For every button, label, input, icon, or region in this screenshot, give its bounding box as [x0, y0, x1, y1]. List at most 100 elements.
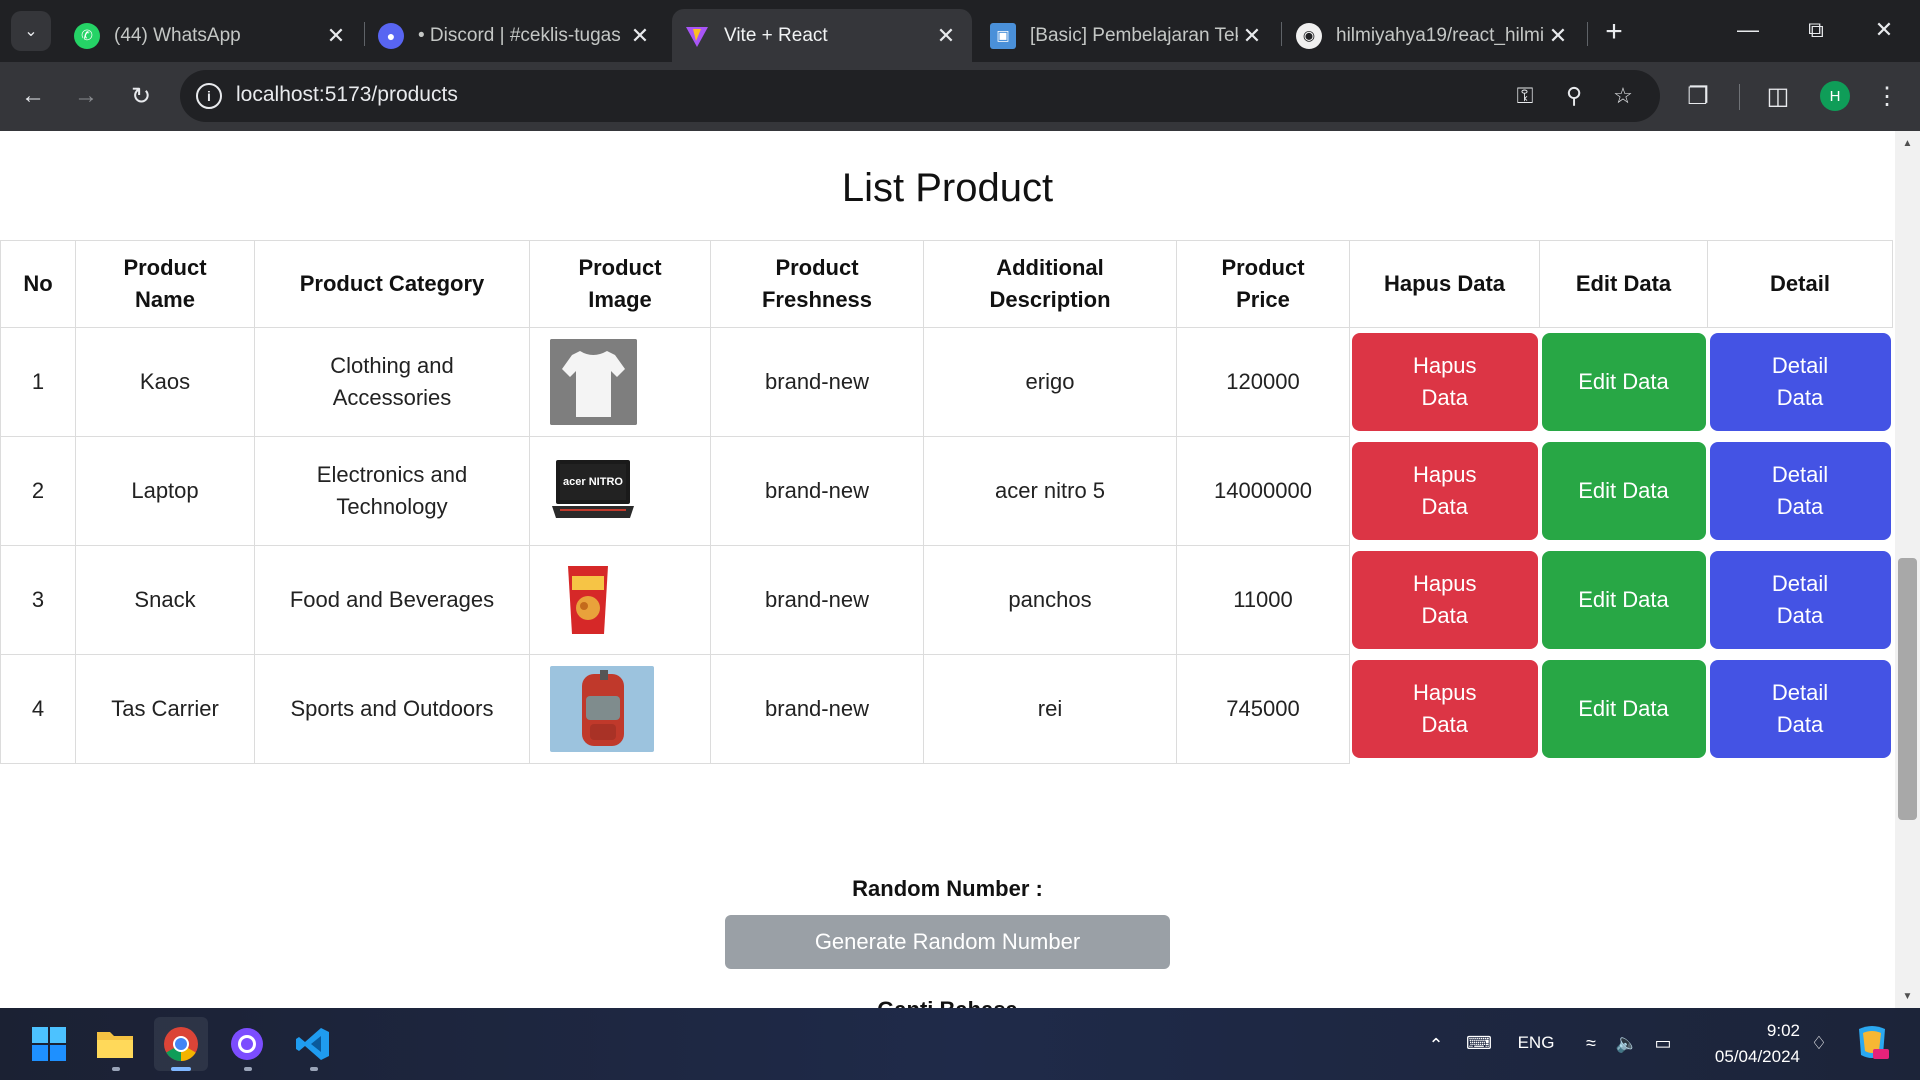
notification-bell-icon[interactable]: ♢: [1806, 1025, 1832, 1061]
vertical-scrollbar[interactable]: ▲ ▼: [1895, 131, 1920, 1008]
volume-icon[interactable]: 🔈: [1614, 1025, 1640, 1061]
detail-data-button[interactable]: Detail Data: [1709, 333, 1891, 432]
vscode-button[interactable]: [286, 1017, 340, 1071]
profile-avatar[interactable]: H: [1820, 81, 1850, 111]
arrow-right-icon: →: [74, 82, 98, 109]
tab-divider: [364, 22, 365, 46]
chrome-button[interactable]: [154, 1017, 208, 1071]
cell-name: Tas Carrier: [75, 654, 255, 764]
cell-category: Electronics and Technology: [254, 436, 530, 546]
column-header: Edit Data: [1539, 240, 1708, 328]
edit-data-button[interactable]: Edit Data: [1541, 442, 1706, 540]
forward-button[interactable]: →: [65, 75, 107, 117]
github-desktop-button[interactable]: [220, 1017, 274, 1071]
edit-data-button[interactable]: Edit Data: [1541, 333, 1706, 432]
more-vert-icon: ⋮: [1875, 82, 1899, 110]
clock[interactable]: 9:02 05/04/2024: [1690, 1018, 1800, 1070]
wifi-icon[interactable]: ≈: [1578, 1025, 1604, 1061]
cell-detail: Detail Data: [1708, 655, 1893, 764]
github-icon: ◉: [1296, 22, 1322, 49]
tab-whatsapp[interactable]: ✆ (44) WhatsApp ✕: [62, 9, 362, 62]
app-running-indicator: [310, 1067, 318, 1071]
table-row: 2 Laptop Electronics and Technology acer…: [0, 436, 1893, 546]
file-explorer-button[interactable]: [88, 1017, 142, 1071]
arrow-left-icon: ←: [21, 82, 45, 109]
close-icon[interactable]: ✕: [322, 23, 350, 49]
hapus-data-button[interactable]: Hapus Data: [1352, 442, 1538, 540]
chevron-down-icon: ⌄: [24, 23, 38, 40]
copilot-icon[interactable]: [1852, 1023, 1892, 1063]
detail-data-button[interactable]: Detail Data: [1709, 442, 1891, 540]
t-shirt-image: [550, 339, 637, 425]
start-button[interactable]: [22, 1017, 76, 1071]
language-indicator[interactable]: ENG: [1510, 1025, 1562, 1061]
scrollbar-thumb[interactable]: [1898, 558, 1917, 820]
category-text: Electronics and Technology: [316, 462, 468, 519]
tab-title: hilmiyahya19/react_hilmi: [1336, 24, 1544, 46]
tab-divider: [1587, 22, 1588, 46]
menu-button[interactable]: ⋮: [1866, 75, 1908, 117]
edit-data-button[interactable]: Edit Data: [1541, 551, 1706, 649]
discord-icon: ●: [378, 22, 404, 49]
password-key-icon[interactable]: ⚿: [1510, 81, 1540, 111]
detail-data-button[interactable]: Detail Data: [1709, 551, 1891, 649]
laptop-image-logo: acer NITRO: [563, 476, 623, 488]
cell-freshness: brand-new: [710, 545, 924, 655]
address-bar[interactable]: i localhost:5173/products ⚿ ⚲ ☆: [180, 70, 1660, 122]
cell-image: [529, 654, 711, 764]
new-tab-button[interactable]: +: [1596, 14, 1632, 50]
url-text[interactable]: localhost:5173/products: [236, 83, 458, 107]
back-button[interactable]: ←: [12, 75, 54, 117]
scroll-down-arrow-icon[interactable]: ▼: [1895, 986, 1920, 1006]
page-viewport: List Product No Product Name Product Cat…: [0, 131, 1920, 1008]
close-icon[interactable]: ✕: [932, 23, 960, 49]
bookmark-star-icon[interactable]: ☆: [1608, 81, 1638, 111]
puzzle-icon: ❐: [1687, 82, 1709, 110]
reload-button[interactable]: ↻: [120, 75, 162, 117]
cell-no: 4: [0, 654, 76, 764]
table-row: 3 Snack Food and Beverages brand-new pan…: [0, 545, 1893, 655]
edit-data-button[interactable]: Edit Data: [1541, 660, 1706, 758]
generate-random-number-button[interactable]: Generate Random Number: [725, 915, 1170, 969]
keyboard-icon[interactable]: ⌨: [1466, 1025, 1492, 1061]
close-icon[interactable]: ✕: [626, 23, 654, 49]
hapus-data-button[interactable]: Hapus Data: [1352, 333, 1538, 432]
restore-button[interactable]: ⧉: [1788, 8, 1844, 52]
hapus-data-button[interactable]: Hapus Data: [1352, 660, 1538, 758]
clock-date: 05/04/2024: [1714, 1047, 1800, 1066]
cell-detail: Detail Data: [1708, 437, 1893, 546]
cell-price: 14000000: [1176, 436, 1350, 546]
close-icon[interactable]: ✕: [1544, 23, 1572, 49]
tab-divider: [1281, 22, 1282, 46]
detail-data-button[interactable]: Detail Data: [1709, 660, 1891, 758]
restore-icon: ⧉: [1808, 17, 1824, 42]
hapus-data-button[interactable]: Hapus Data: [1352, 551, 1538, 649]
close-icon[interactable]: ✕: [1238, 23, 1266, 49]
column-header-label: Product Price: [1221, 255, 1305, 312]
table-row: 1 Kaos Clothing and Accessories brand-ne…: [0, 327, 1893, 437]
cell-price: 745000: [1176, 654, 1350, 764]
chevron-up-icon: ⌃: [1428, 1034, 1444, 1055]
cell-edit: Edit Data: [1540, 328, 1708, 437]
laptop-image: acer NITRO: [550, 456, 636, 526]
scroll-up-arrow-icon[interactable]: ▲: [1895, 133, 1920, 153]
cell-edit: Edit Data: [1540, 546, 1708, 655]
minimize-button[interactable]: —: [1720, 8, 1776, 52]
cutoff-heading: Ganti Bahasa: [0, 997, 1895, 1008]
battery-icon[interactable]: ▭: [1650, 1025, 1676, 1061]
zoom-icon[interactable]: ⚲: [1559, 81, 1589, 111]
close-window-button[interactable]: ✕: [1856, 8, 1912, 52]
site-info-icon[interactable]: i: [196, 83, 222, 109]
tab-pembelajaran[interactable]: ▣ [Basic] Pembelajaran Tekn ✕: [978, 9, 1278, 62]
tab-search-button[interactable]: ⌄: [11, 11, 51, 51]
tab-discord[interactable]: ● • Discord | #ceklis-tugas ✕: [366, 9, 666, 62]
side-panel-button[interactable]: ◫: [1757, 75, 1799, 117]
plus-icon: +: [1605, 15, 1623, 48]
extensions-button[interactable]: ❐: [1677, 75, 1719, 117]
cell-no: 1: [0, 327, 76, 437]
tab-github[interactable]: ◉ hilmiyahya19/react_hilmi ✕: [1284, 9, 1584, 62]
column-header: Product Price: [1176, 240, 1350, 328]
tab-vite-react[interactable]: Vite + React ✕: [672, 9, 972, 62]
show-hidden-icons-button[interactable]: ⌃: [1418, 1025, 1454, 1065]
cell-no: 2: [0, 436, 76, 546]
